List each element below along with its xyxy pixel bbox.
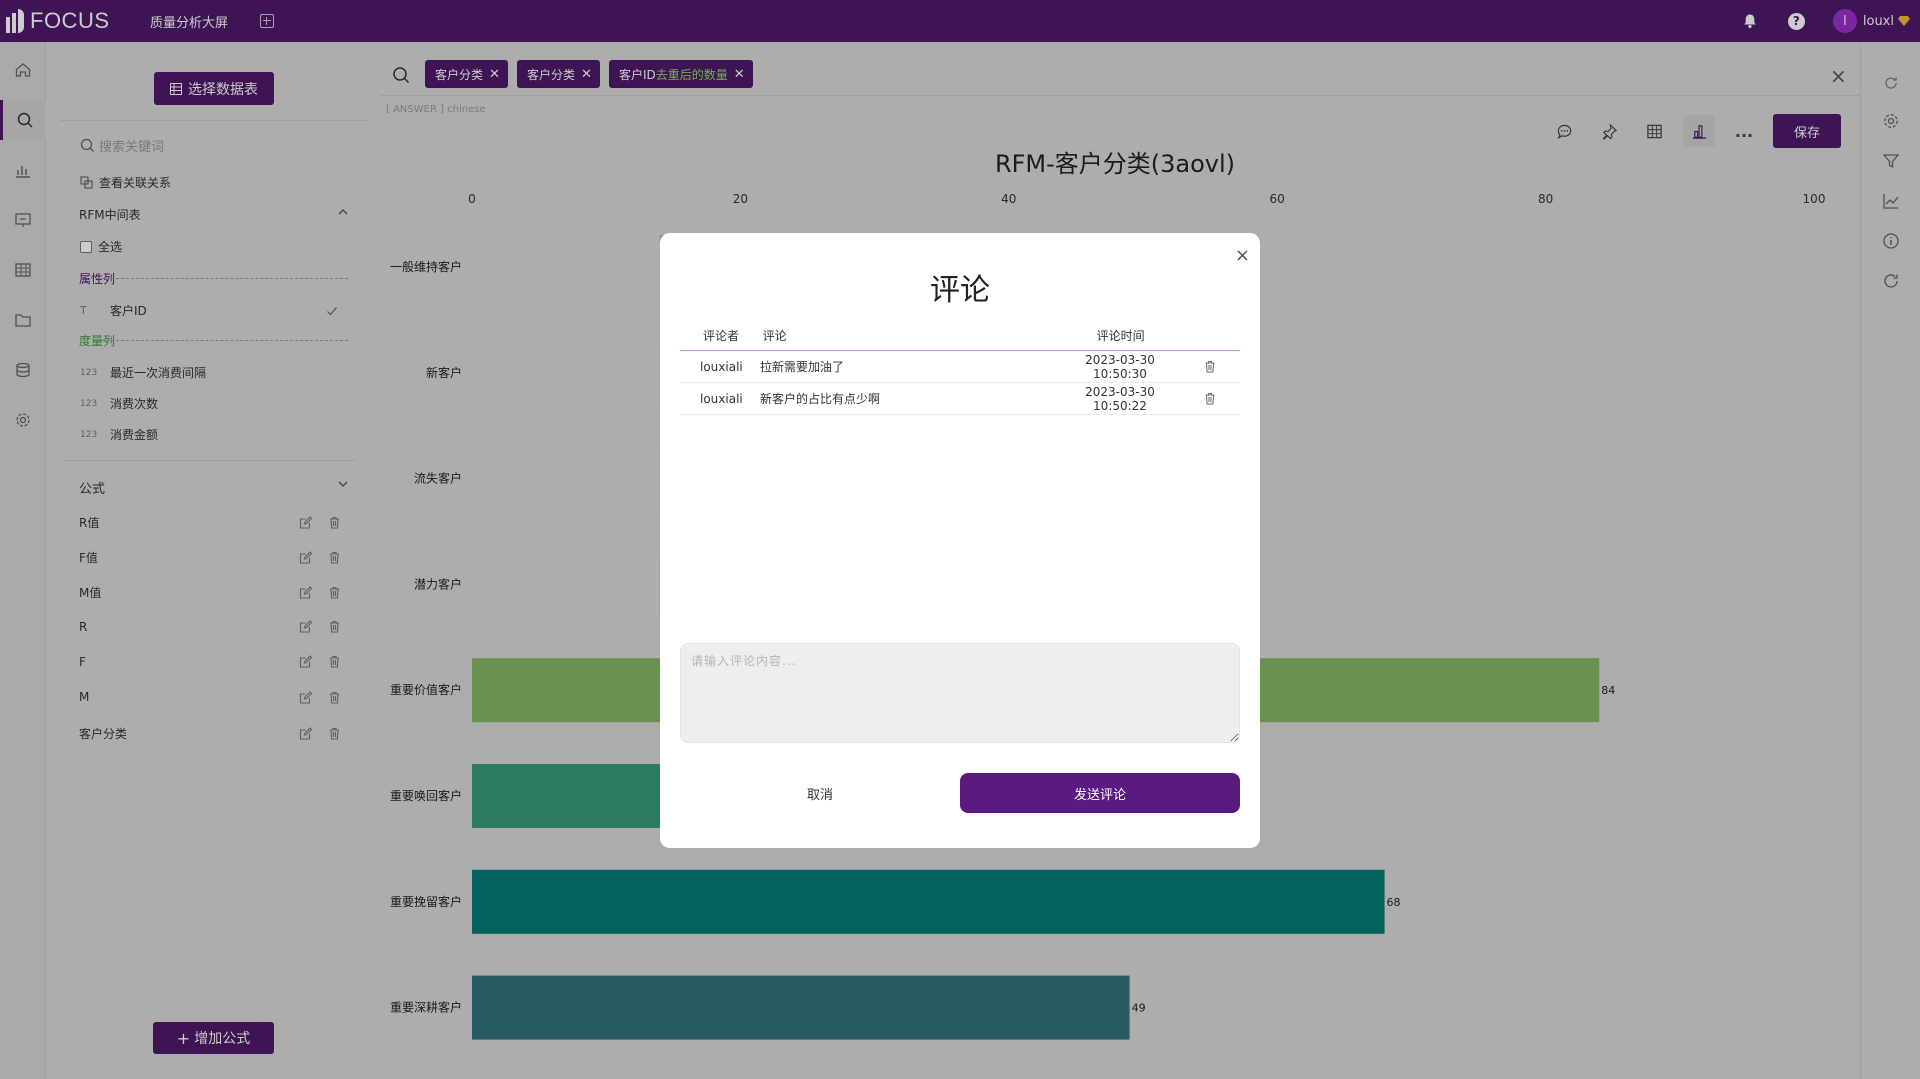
comment-table-header: 评论者 评论 评论时间 bbox=[680, 321, 1240, 351]
comment-user: louxiali bbox=[700, 359, 743, 374]
send-comment-button[interactable]: 发送评论 bbox=[960, 773, 1240, 813]
comment-table: 评论者 评论 评论时间 louxiali 拉新需要加油了 2023-03-30 10… bbox=[680, 321, 1240, 415]
dialog-title: 评论 bbox=[930, 273, 990, 308]
delete-comment[interactable] bbox=[1180, 392, 1240, 405]
col-header-text: 评论 bbox=[762, 329, 787, 343]
col-header-user: 评论者 bbox=[703, 329, 740, 343]
comment-user: louxiali bbox=[700, 391, 743, 406]
comment-text: 新客户的占比有点少啊 bbox=[760, 392, 881, 406]
comment-dialog: × 评论 评论者 评论 评论时间 louxiali 拉新需要加油了 2023-03-… bbox=[660, 233, 1260, 848]
delete-comment[interactable] bbox=[1180, 360, 1240, 373]
comment-time: 2023-03-30 10:50:30 bbox=[1085, 352, 1155, 381]
comment-row: louxiali 新客户的占比有点少啊 2023-03-30 10:50:22 bbox=[680, 383, 1240, 415]
close-icon[interactable]: × bbox=[1235, 245, 1250, 266]
delete-icon[interactable] bbox=[1204, 392, 1216, 405]
comment-row: louxiali 拉新需要加油了 2023-03-30 10:50:30 bbox=[680, 351, 1240, 383]
cancel-button[interactable]: 取消 bbox=[680, 773, 960, 813]
comment-text: 拉新需要加油了 bbox=[760, 360, 845, 374]
comment-time: 2023-03-30 10:50:22 bbox=[1085, 384, 1155, 413]
comment-input[interactable] bbox=[680, 643, 1240, 743]
delete-icon[interactable] bbox=[1204, 360, 1216, 373]
col-header-time: 评论时间 bbox=[1096, 329, 1145, 343]
